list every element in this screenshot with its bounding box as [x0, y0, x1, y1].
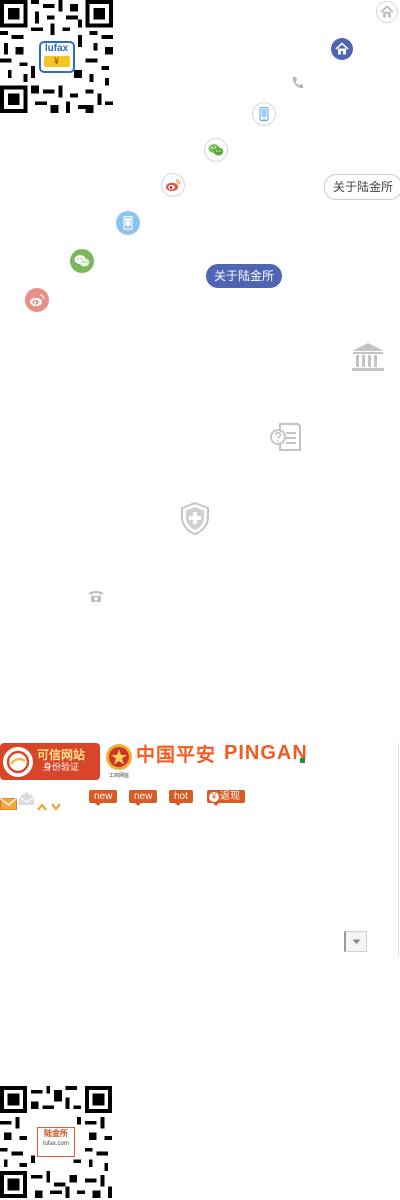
dropdown-select[interactable]: [344, 931, 367, 952]
qr-code-lufax: 陆金所 lufax.com: [0, 1086, 112, 1198]
footer-divider: [398, 742, 399, 957]
pingan-logo-en: PINGAN: [224, 741, 308, 764]
tag-hot[interactable]: hot: [169, 790, 193, 806]
trusted-site-logo: [3, 746, 33, 777]
weibo-icon: [166, 179, 181, 192]
mail-icon[interactable]: [0, 795, 17, 810]
about-lufax-link[interactable]: 关于陆金所: [324, 174, 400, 200]
tag-new-2[interactable]: new: [129, 790, 158, 806]
tag-cashback-label: 返现: [220, 791, 240, 802]
globe-icon: [6, 750, 30, 773]
home-filled-button[interactable]: [331, 38, 353, 60]
wechat-icon: [208, 144, 224, 156]
chevron-down-icon[interactable]: [51, 796, 61, 811]
mobile-icon: [123, 216, 133, 230]
pingan-logo-dot: [300, 757, 306, 763]
telephone-icon: [88, 588, 104, 602]
tag-cashback[interactable]: ¥ 返现: [207, 790, 245, 806]
help-document-icon: [270, 422, 302, 452]
gongshang-label: 工商网监: [108, 773, 129, 779]
home-icon: [380, 5, 394, 18]
mobile-filled-button[interactable]: [116, 211, 140, 235]
lufax-logo: 陆金所 lufax.com: [37, 1127, 75, 1157]
gongshang-badge[interactable]: 工商网监: [103, 742, 135, 782]
mail-icon-grey[interactable]: [18, 791, 35, 806]
wechat-icon: [74, 255, 90, 267]
qr-code-app: lufax ¥: [0, 0, 113, 113]
weibo-outline-button[interactable]: [161, 173, 185, 197]
shield-plus-icon: [180, 501, 210, 536]
weibo-filled-button[interactable]: [25, 288, 49, 312]
home-icon: [335, 42, 349, 55]
chevron-up-icon[interactable]: [37, 796, 47, 811]
trusted-site-text: 可信网站 身份验证: [37, 747, 86, 773]
wechat-filled-button[interactable]: [70, 249, 94, 273]
mobile-outline-button[interactable]: [252, 102, 276, 126]
bank-icon: [350, 342, 386, 372]
emblem-icon: [106, 744, 132, 770]
yen-icon: ¥: [209, 792, 219, 802]
weibo-icon: [30, 294, 45, 307]
wechat-outline-button[interactable]: [204, 138, 228, 162]
lufax-logo: lufax ¥: [38, 40, 75, 73]
home-outline-button[interactable]: [376, 1, 398, 23]
caret-down-icon: [352, 939, 360, 944]
mobile-icon: [259, 107, 269, 121]
about-lufax-link-active[interactable]: 关于陆金所: [206, 264, 283, 288]
tag-new-1[interactable]: new: [89, 790, 118, 806]
pingan-logo-cn: 中国平安: [136, 743, 217, 766]
trusted-site-badge[interactable]: 可信网站 身份验证: [0, 743, 100, 780]
pingan-logo[interactable]: 中国平安 PINGAN: [136, 741, 308, 766]
phone-icon: [291, 75, 303, 89]
